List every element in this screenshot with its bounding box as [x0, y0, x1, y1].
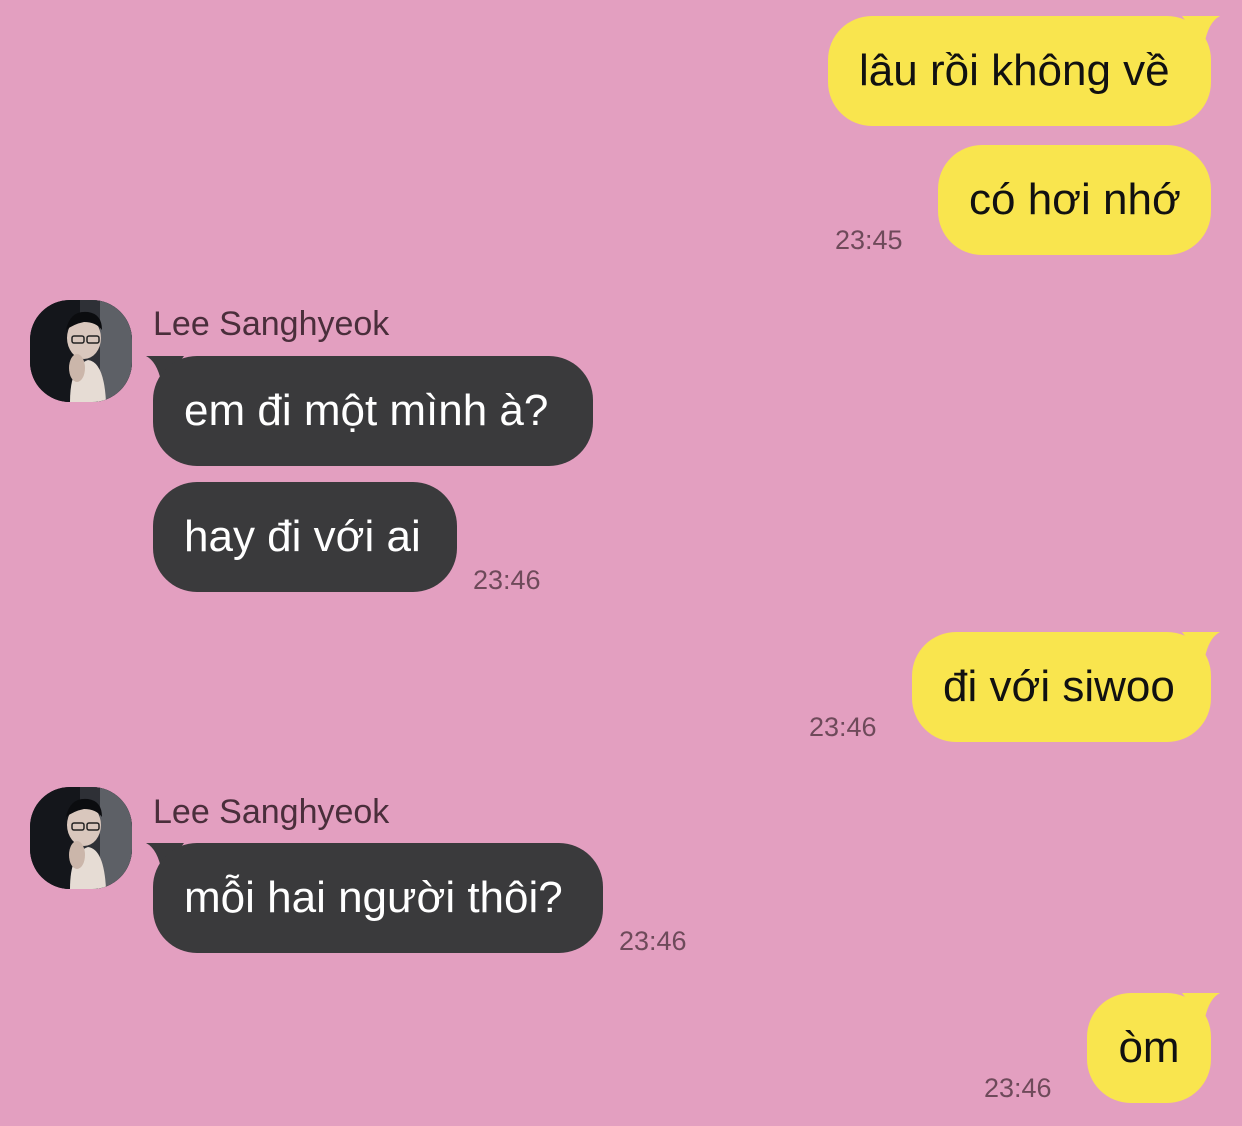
message-text: đi với siwoo	[943, 662, 1175, 711]
message-text: em đi một mình à?	[184, 386, 549, 435]
message-text: mỗi hai người thôi?	[184, 873, 563, 922]
message-bubble-incoming[interactable]: mỗi hai người thôi?	[153, 843, 603, 953]
avatar-photo-icon	[30, 300, 132, 402]
message-text: hay đi với ai	[184, 512, 421, 561]
avatar[interactable]	[30, 787, 132, 889]
message-text: có hơi nhớ	[969, 175, 1181, 224]
message-timestamp: 23:46	[809, 712, 877, 742]
message-timestamp: 23:46	[473, 565, 541, 595]
sender-name: Lee Sanghyeok	[153, 305, 390, 343]
message-text: òm	[1118, 1023, 1180, 1072]
sender-name: Lee Sanghyeok	[153, 793, 390, 831]
message-bubble-outgoing[interactable]: lâu rồi không về	[828, 16, 1211, 126]
message-timestamp: 23:46	[984, 1073, 1052, 1103]
avatar-photo-icon	[30, 787, 132, 889]
message-timestamp: 23:46	[619, 926, 687, 956]
avatar[interactable]	[30, 300, 132, 402]
message-bubble-outgoing[interactable]: đi với siwoo	[912, 632, 1211, 742]
bubble-tail-outgoing	[1182, 632, 1220, 662]
bubble-tail-outgoing	[1182, 993, 1220, 1023]
message-bubble-incoming[interactable]: hay đi với ai	[153, 482, 457, 592]
message-bubble-outgoing[interactable]: có hơi nhớ	[938, 145, 1211, 255]
bubble-tail-outgoing	[1182, 16, 1220, 46]
message-bubble-incoming[interactable]: em đi một mình à?	[153, 356, 593, 466]
message-text: lâu rồi không về	[859, 46, 1170, 95]
message-timestamp: 23:45	[835, 225, 903, 255]
